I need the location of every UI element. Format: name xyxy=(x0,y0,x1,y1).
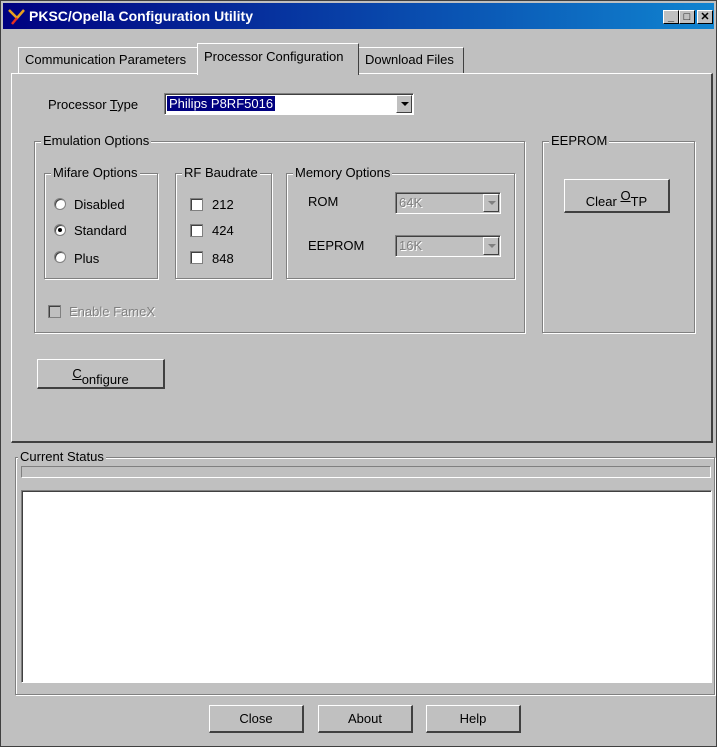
mifare-standard-radio[interactable] xyxy=(54,224,66,236)
tab-label: Communication Parameters xyxy=(25,52,187,67)
current-status-legend: Current Status xyxy=(18,449,106,464)
tab-label: Download Files xyxy=(365,52,454,67)
tab-processor-configuration[interactable]: Processor Configuration xyxy=(197,43,359,75)
mifare-plus-radio[interactable] xyxy=(54,251,66,263)
mifare-disabled-radio[interactable] xyxy=(54,198,66,210)
about-button[interactable]: About xyxy=(318,705,413,733)
enable-famex-label: Enable FameX xyxy=(69,304,155,319)
mifare-plus-label: Plus xyxy=(74,251,100,266)
rf-424-checkbox[interactable] xyxy=(190,224,203,237)
maximize-icon: □ xyxy=(683,11,691,23)
rom-label: ROM xyxy=(308,194,339,209)
help-button[interactable]: Help xyxy=(426,705,521,733)
clear-otp-button[interactable]: Clear OTP xyxy=(564,179,670,213)
processor-type-select[interactable]: Philips P8RF5016 xyxy=(164,93,414,115)
processor-type-value: Philips P8RF5016 xyxy=(167,96,276,111)
status-progress-bar xyxy=(21,466,711,478)
eeprom-group: EEPROM xyxy=(542,133,695,333)
chevron-down-icon[interactable] xyxy=(483,237,499,255)
close-button[interactable]: Close xyxy=(209,705,304,733)
rom-value: 64K xyxy=(399,195,423,210)
close-window-button[interactable]: ✕ xyxy=(697,10,713,24)
chevron-down-icon[interactable] xyxy=(483,194,499,212)
chevron-down-icon[interactable] xyxy=(396,95,412,113)
tab-label: Processor Configuration xyxy=(204,49,344,64)
rf-212-checkbox[interactable] xyxy=(190,198,203,211)
status-log-area[interactable] xyxy=(21,490,712,683)
window-title: PKSC/Opella Configuration Utility xyxy=(29,8,254,24)
close-icon: ✕ xyxy=(700,11,710,23)
enable-famex-checkbox[interactable] xyxy=(48,305,61,318)
eeprom-size-select[interactable]: 16K xyxy=(395,235,501,257)
eeprom-legend: EEPROM xyxy=(549,133,610,148)
processor-type-label: Processor Type xyxy=(48,97,139,112)
maximize-button[interactable]: □ xyxy=(679,10,695,24)
app-window: PKSC/Opella Configuration Utility _ □ ✕ … xyxy=(0,0,717,747)
tab-communication-parameters[interactable]: Communication Parameters xyxy=(18,47,198,73)
rf-212-label: 212 xyxy=(212,197,234,212)
mifare-options-legend: Mifare Options xyxy=(51,165,140,180)
mifare-disabled-label: Disabled xyxy=(74,197,125,212)
rf-848-checkbox[interactable] xyxy=(190,251,203,264)
minimize-icon: _ xyxy=(667,11,675,23)
mifare-standard-label: Standard xyxy=(74,223,127,238)
title-bar[interactable]: PKSC/Opella Configuration Utility _ □ ✕ xyxy=(3,3,714,29)
app-logo-icon xyxy=(8,9,25,25)
tab-download-files[interactable]: Download Files xyxy=(358,47,464,73)
minimize-button[interactable]: _ xyxy=(663,10,679,24)
memory-options-group: Memory Options xyxy=(286,165,515,279)
rf-baudrate-legend: RF Baudrate xyxy=(182,165,260,180)
rf-848-label: 848 xyxy=(212,251,234,266)
eeprom-size-value: 16K xyxy=(399,238,423,253)
memory-options-legend: Memory Options xyxy=(293,165,393,180)
emulation-options-legend: Emulation Options xyxy=(41,133,152,148)
eeprom-size-label: EEPROM xyxy=(308,238,365,253)
rom-select[interactable]: 64K xyxy=(395,192,501,214)
configure-button[interactable]: Configure xyxy=(37,359,165,389)
rf-424-label: 424 xyxy=(212,223,234,238)
